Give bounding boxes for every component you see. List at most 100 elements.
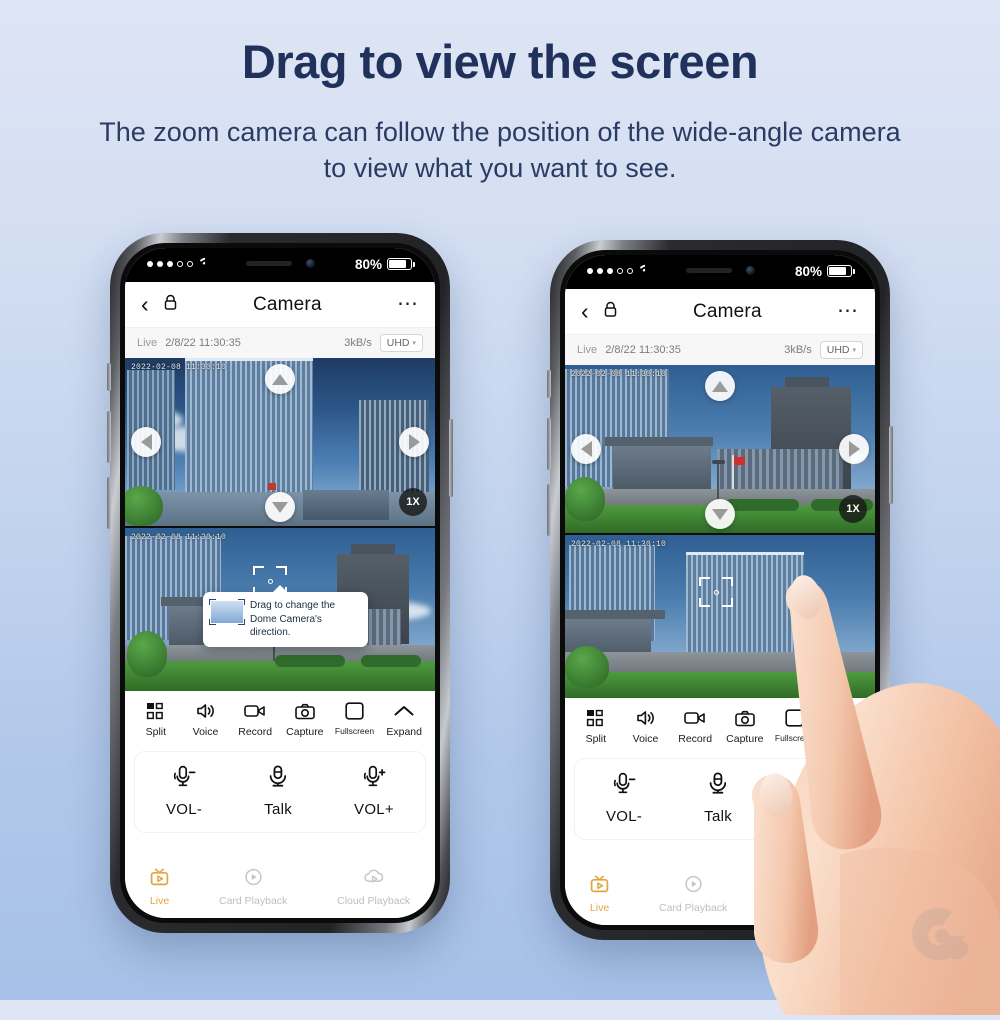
- page-title-camera: Camera: [252, 293, 322, 315]
- tab-label: Card Playback: [219, 894, 288, 907]
- app-bar: ‹ Camera ⋯: [125, 282, 435, 328]
- ptz-right-button[interactable]: [399, 427, 429, 457]
- signal-dot: [147, 261, 153, 267]
- talk-label: VOL-: [165, 801, 203, 818]
- toolbar-item-expand[interactable]: Expand: [379, 701, 429, 738]
- building-plaza: [605, 437, 713, 491]
- page-title-camera: Camera: [692, 300, 762, 322]
- tree: [125, 486, 163, 526]
- toolbar-item-capture[interactable]: Capture: [280, 701, 330, 738]
- page-subtitle: The zoom camera can follow the position …: [99, 117, 901, 183]
- cloud-playback-icon: [363, 868, 384, 891]
- split-view-icon: [146, 701, 165, 721]
- more-options-button[interactable]: ⋯: [397, 294, 419, 314]
- drag-hint-tooltip: Drag to change the Dome Camera's directi…: [203, 585, 368, 647]
- talk-label: VOL+: [354, 801, 394, 818]
- volume-up-button[interactable]: VOL+: [354, 764, 394, 818]
- signal-dot: [167, 261, 173, 267]
- back-button[interactable]: ‹: [141, 293, 149, 316]
- signal-dot-empty: [627, 268, 633, 274]
- battery-icon: [827, 265, 855, 277]
- ptz-up-button[interactable]: [705, 371, 735, 401]
- earpiece-speaker: [685, 267, 732, 273]
- ptz-left-button[interactable]: [131, 427, 161, 457]
- toolbar-item-voice[interactable]: Voice: [181, 701, 231, 738]
- ptz-up-button[interactable]: [265, 364, 295, 394]
- fullscreen-icon: [345, 701, 365, 721]
- phone-screen-left: 80% ‹ Camera ⋯ Live 2/8/22 11:30:35 3kB/…: [125, 248, 435, 918]
- toolbar-item-record[interactable]: Record: [230, 701, 280, 738]
- phone-power-button: [449, 419, 453, 497]
- camera-icon: [295, 701, 315, 721]
- toolbar-item-fullscreen[interactable]: Fullscreen: [330, 701, 380, 736]
- tab-card-playback[interactable]: Card Playback: [219, 868, 287, 907]
- sd-playback-icon: [244, 868, 263, 891]
- phone-notch: [645, 255, 795, 285]
- video-camera-icon: [244, 701, 266, 721]
- stream-timestamp: 2/8/22 11:30:35: [165, 337, 241, 349]
- tab-live[interactable]: Live: [590, 875, 609, 914]
- talk-panel: VOL- Talk VOL+: [135, 752, 425, 832]
- stream-info-bar: Live 2/8/22 11:30:35 3kB/s UHD ▾: [565, 335, 875, 365]
- hedge: [361, 655, 421, 667]
- phone-volume-down-button: [547, 484, 551, 536]
- hedge: [275, 655, 345, 667]
- ptz-right-button[interactable]: [839, 434, 869, 464]
- speaker-icon: [196, 701, 216, 721]
- battery-percentage: 80%: [354, 256, 382, 272]
- volume-down-button[interactable]: VOL-: [606, 771, 642, 825]
- hedge: [725, 499, 799, 511]
- toolbar-label: Record: [238, 726, 273, 738]
- phone-mute-switch: [107, 363, 111, 391]
- signal-dot-empty: [187, 261, 193, 267]
- toolbar-label: Voice: [192, 726, 219, 738]
- video-pane-zoom-camera[interactable]: 2022-02-08 11:30:10 1X: [125, 358, 435, 526]
- ptz-down-button[interactable]: [265, 492, 295, 522]
- video-pane-wide-camera[interactable]: 2022-02-08 11:30:10 Drag to change the D…: [125, 526, 435, 691]
- front-camera-icon: [305, 258, 315, 268]
- zoom-level-badge[interactable]: 1X: [839, 495, 867, 523]
- quality-selector[interactable]: UHD ▾: [819, 341, 863, 359]
- more-options-button[interactable]: ⋯: [837, 301, 859, 321]
- volume-down-mic-icon: [171, 764, 197, 793]
- phone-power-button: [889, 426, 893, 504]
- phone-mockup-left: 80% ‹ Camera ⋯ Live 2/8/22 11:30:35 3kB/…: [107, 233, 453, 933]
- toolbar-item-split[interactable]: Split: [571, 708, 621, 745]
- building-canopy: [303, 490, 389, 520]
- back-button[interactable]: ‹: [581, 300, 589, 323]
- phone-bezel: 80% ‹ Camera ⋯ Live 2/8/22 11:30:35 3kB/…: [120, 243, 440, 923]
- signal-dot: [597, 268, 603, 274]
- battery-icon: [387, 258, 415, 270]
- phone-volume-up-button: [547, 418, 551, 470]
- talk-label: Talk: [264, 801, 293, 818]
- zoom-level-badge[interactable]: 1X: [399, 488, 427, 516]
- toolbar-item-split[interactable]: Split: [131, 701, 181, 738]
- split-view-icon: [586, 708, 605, 728]
- talk-button[interactable]: Talk: [264, 764, 292, 818]
- phone-volume-up-button: [107, 411, 111, 463]
- volume-up-mic-icon: [361, 764, 387, 793]
- ptz-left-button[interactable]: [571, 434, 601, 464]
- lock-icon[interactable]: [603, 301, 618, 323]
- video-pane-zoom-camera[interactable]: 2022-02-08 11:30:10 1X: [565, 365, 875, 533]
- video-timestamp-overlay: 2022-02-08 11:30:10: [571, 540, 667, 549]
- volume-down-button[interactable]: VOL-: [166, 764, 202, 818]
- status-bar-right: 80%: [355, 257, 415, 272]
- live-label: Live: [577, 344, 598, 356]
- video-timestamp-overlay: 2022-02-08 11:30:10: [571, 370, 667, 379]
- video-grid: 2022-02-08 11:30:10 1X 2022-02-08 11:30:…: [125, 358, 435, 691]
- quality-selector[interactable]: UHD ▾: [379, 334, 423, 352]
- building-sign: [267, 483, 276, 490]
- tab-cloud-playback[interactable]: Cloud Playback: [337, 868, 410, 907]
- ptz-down-button[interactable]: [705, 499, 735, 529]
- toolbar-label: Voice: [632, 733, 659, 745]
- tab-label: Live: [149, 894, 170, 907]
- earpiece-speaker: [245, 260, 292, 266]
- tab-live[interactable]: Live: [150, 868, 169, 907]
- video-timestamp-overlay: 2022-02-08 11:30:10: [131, 533, 227, 542]
- lock-icon[interactable]: [163, 294, 178, 316]
- toolbar-item-voice[interactable]: Voice: [621, 708, 671, 745]
- tab-label: Cloud Playback: [337, 894, 411, 907]
- phone-notch: [205, 248, 355, 278]
- tooltip-thumbnail-icon: [209, 599, 245, 625]
